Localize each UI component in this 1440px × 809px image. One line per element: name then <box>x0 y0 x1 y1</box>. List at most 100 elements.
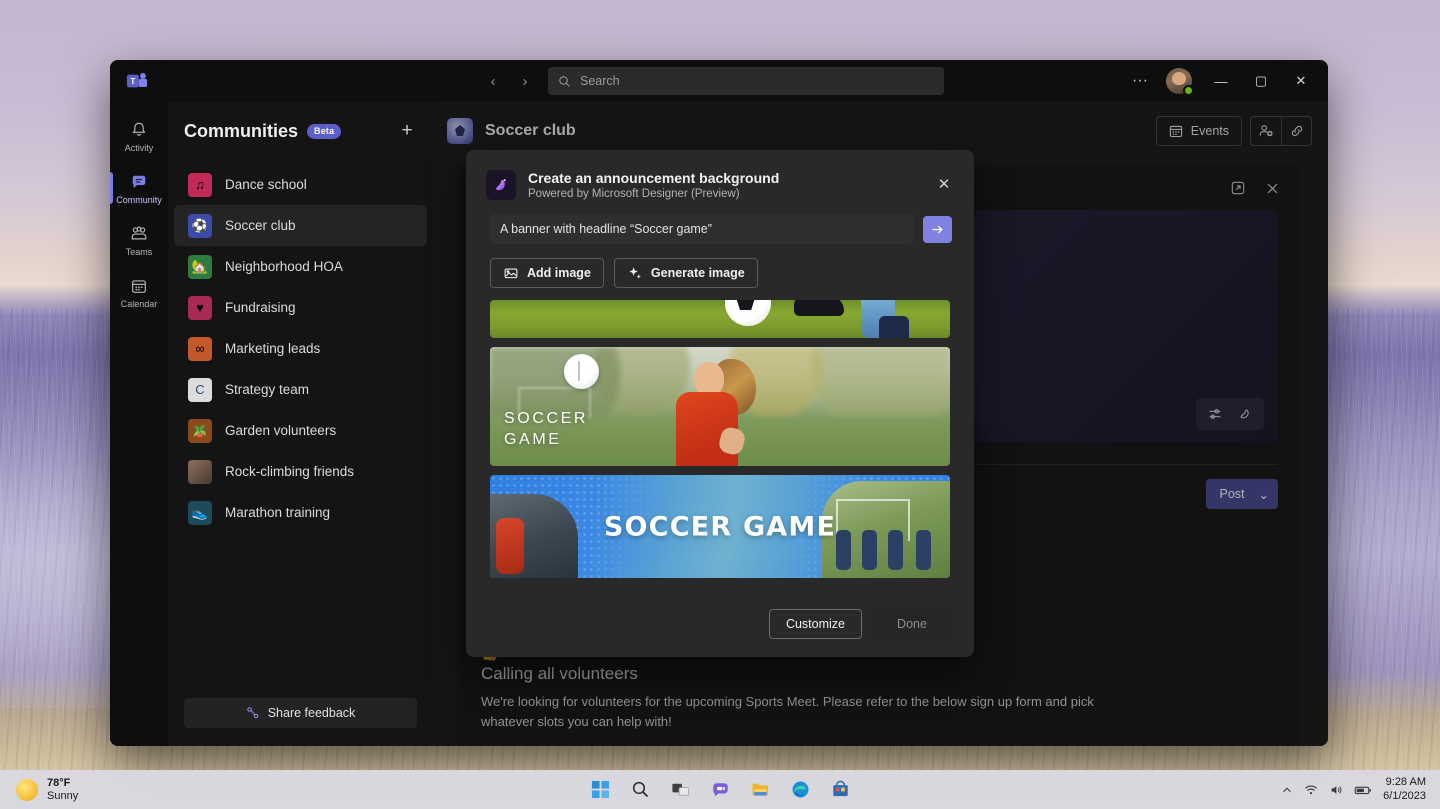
list-item[interactable]: ∞ Marketing leads <box>174 328 427 369</box>
list-item[interactable]: ♫ Dance school <box>174 164 427 205</box>
forward-button[interactable]: › <box>512 68 538 94</box>
customize-button[interactable]: Customize <box>769 609 862 639</box>
volume-icon[interactable] <box>1329 783 1343 797</box>
soccer-ball-graphic <box>564 354 599 389</box>
teams-chat-icon <box>711 780 730 799</box>
arrow-right-icon <box>930 222 945 237</box>
list-item-label: Garden volunteers <box>225 423 336 438</box>
share-feedback-button[interactable]: Share feedback <box>184 698 417 728</box>
submit-prompt-button[interactable] <box>923 216 952 243</box>
bell-icon <box>129 120 149 140</box>
list-item[interactable]: 👟 Marathon training <box>174 492 427 533</box>
caption-line-2: GAME <box>504 429 588 450</box>
weather-widget[interactable]: 78°F Sunny <box>8 777 78 802</box>
more-options-button[interactable]: ··· <box>1124 66 1156 96</box>
communities-list: ♫ Dance school ⚽ Soccer club 🏡 Neighborh… <box>168 160 433 688</box>
search-input[interactable]: Search <box>548 67 944 95</box>
create-announcement-background-dialog: Create an announcement background Powere… <box>466 150 974 657</box>
dialog-title-block: Create an announcement background Powere… <box>528 170 779 200</box>
maximize-button[interactable]: ▢ <box>1242 66 1280 96</box>
head-graphic <box>694 362 724 396</box>
result-caption-2: SOCCER GAME <box>504 408 588 450</box>
generate-image-button[interactable]: Generate image <box>614 258 758 288</box>
rail-item-calendar[interactable]: Calendar <box>110 266 168 318</box>
rail-label-activity: Activity <box>125 143 154 153</box>
search-icon <box>558 75 571 88</box>
store-icon <box>831 780 850 799</box>
list-item-label: Dance school <box>225 177 307 192</box>
store-button[interactable] <box>827 777 853 803</box>
people-icon <box>129 224 149 244</box>
add-image-icon <box>503 265 519 281</box>
communities-header: Communities Beta + <box>168 102 433 160</box>
share-feedback-label: Share feedback <box>268 706 356 720</box>
community-avatar: 🪴 <box>188 419 212 443</box>
chat-button[interactable] <box>707 777 733 803</box>
list-item[interactable]: ♥ Fundraising <box>174 287 427 328</box>
rail-item-activity[interactable]: Activity <box>110 110 168 162</box>
task-view-icon <box>671 780 690 799</box>
result-card-3[interactable]: SOCCER GAME <box>490 475 950 578</box>
done-button[interactable]: Done <box>872 609 952 639</box>
add-community-button[interactable]: + <box>393 117 421 145</box>
caption-line-1: SOCCER <box>504 408 588 429</box>
folder-icon <box>751 780 770 799</box>
file-explorer-button[interactable] <box>747 777 773 803</box>
clock-date: 6/1/2023 <box>1383 790 1426 804</box>
generated-results-list: SOCCER GAME <box>490 300 950 597</box>
community-avatar: ⚽ <box>188 214 212 238</box>
list-item-label: Marathon training <box>225 505 330 520</box>
list-item[interactable]: 🪴 Garden volunteers <box>174 410 427 451</box>
rail-label-calendar: Calendar <box>121 299 158 309</box>
user-avatar[interactable] <box>1166 68 1192 94</box>
sock-graphic <box>879 316 909 338</box>
prompt-input[interactable]: A banner with headline “Soccer game” <box>490 214 913 244</box>
list-item[interactable]: Rock-climbing friends <box>174 451 427 492</box>
list-item[interactable]: 🏡 Neighborhood HOA <box>174 246 427 287</box>
task-view-button[interactable] <box>667 777 693 803</box>
dialog-action-buttons: Add image Generate image <box>490 258 974 288</box>
dialog-close-button[interactable]: ✕ <box>930 170 958 198</box>
list-item-label: Rock-climbing friends <box>225 464 354 479</box>
community-avatar: ♫ <box>188 173 212 197</box>
soccer-ball-graphic <box>725 300 771 326</box>
edge-icon <box>791 780 810 799</box>
battery-icon[interactable] <box>1354 783 1372 797</box>
feedback-icon <box>246 706 260 720</box>
shoe-graphic <box>794 300 844 316</box>
weather-temperature: 78°F <box>47 777 78 790</box>
rail-item-teams[interactable]: Teams <box>110 214 168 266</box>
calendar-icon <box>129 276 149 296</box>
chevron-up-icon[interactable] <box>1281 784 1293 796</box>
navigation-arrows: ‹ › <box>480 68 538 94</box>
community-avatar: ∞ <box>188 337 212 361</box>
search-button[interactable] <box>627 777 653 803</box>
minimize-button[interactable]: — <box>1202 66 1240 96</box>
community-avatar: 👟 <box>188 501 212 525</box>
teams-logo-icon: T <box>126 70 148 92</box>
back-button[interactable]: ‹ <box>480 68 506 94</box>
list-item-label: Strategy team <box>225 382 309 397</box>
communities-panel: Communities Beta + ♫ Dance school ⚽ Socc… <box>168 102 433 746</box>
result-card-2[interactable]: SOCCER GAME <box>490 347 950 466</box>
clock[interactable]: 9:28 AM 6/1/2023 <box>1383 776 1426 804</box>
add-image-button[interactable]: Add image <box>490 258 604 288</box>
result-card-1[interactable] <box>490 300 950 338</box>
share-feedback-wrap: Share feedback <box>168 688 433 746</box>
dialog-header: Create an announcement background Powere… <box>466 150 974 200</box>
system-tray: 9:28 AM 6/1/2023 <box>1281 776 1432 804</box>
chat-bubble-icon <box>129 172 149 192</box>
rail-label-teams: Teams <box>126 247 153 257</box>
edge-button[interactable] <box>787 777 813 803</box>
player-graphic <box>674 362 784 466</box>
list-item-label: Soccer club <box>225 218 296 233</box>
prompt-row: A banner with headline “Soccer game” <box>490 214 952 244</box>
weather-condition: Sunny <box>47 790 78 803</box>
wifi-icon[interactable] <box>1304 783 1318 797</box>
weather-text: 78°F Sunny <box>47 777 78 802</box>
close-window-button[interactable]: ✕ <box>1282 66 1320 96</box>
rail-item-community[interactable]: Community <box>110 162 168 214</box>
start-button[interactable] <box>587 777 613 803</box>
list-item[interactable]: C Strategy team <box>174 369 427 410</box>
list-item-soccer-club[interactable]: ⚽ Soccer club <box>174 205 427 246</box>
